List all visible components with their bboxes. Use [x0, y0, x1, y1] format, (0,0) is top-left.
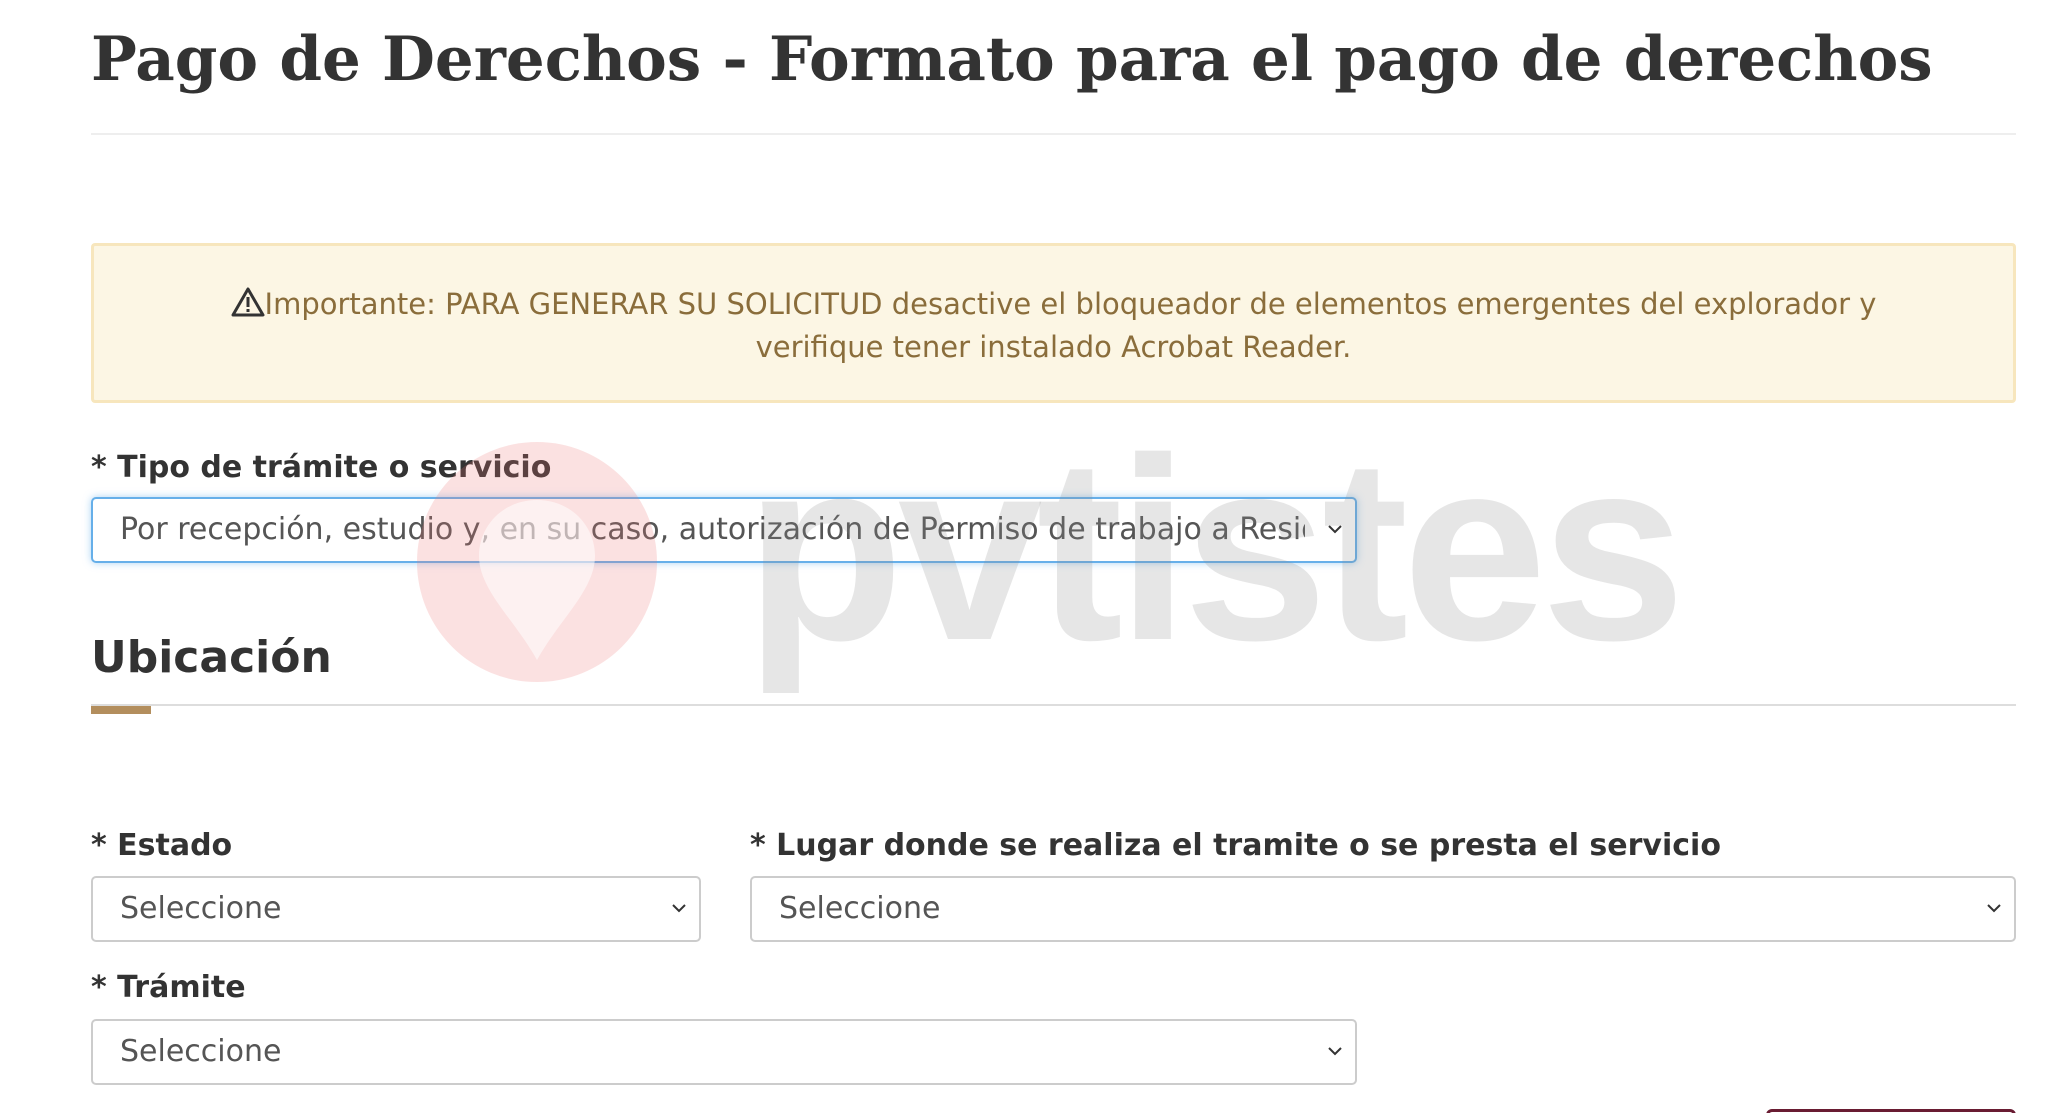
section-accent-bar — [91, 706, 151, 714]
alert-text: Importante: PARA GENERAR SU SOLICITUD de… — [264, 287, 1877, 364]
estado-label: * Estado — [91, 828, 233, 863]
chevron-down-icon — [1328, 1047, 1342, 1056]
chevron-down-icon — [1328, 525, 1342, 534]
title-divider — [91, 133, 2016, 135]
lugar-label: * Lugar donde se realiza el tramite o se… — [750, 828, 1721, 863]
lugar-value: Seleccione — [779, 891, 941, 926]
chevron-down-icon — [1987, 904, 2001, 913]
page-title: Pago de Derechos - Formato para el pago … — [91, 24, 1933, 95]
tipo-tramite-label: * Tipo de trámite o servicio — [91, 450, 552, 485]
tramite-select[interactable]: Seleccione — [91, 1019, 1357, 1085]
alert-box: Importante: PARA GENERAR SU SOLICITUD de… — [91, 243, 2016, 403]
tipo-tramite-select[interactable]: Por recepción, estudio y, en su caso, au… — [91, 497, 1357, 563]
tramite-label: * Trámite — [91, 970, 246, 1005]
chevron-down-icon — [672, 904, 686, 913]
tipo-tramite-value: Por recepción, estudio y, en su caso, au… — [120, 512, 1305, 547]
warning-icon — [231, 287, 265, 317]
tramite-value: Seleccione — [120, 1034, 282, 1069]
estado-value: Seleccione — [120, 891, 282, 926]
submit-button[interactable] — [1766, 1109, 2016, 1113]
section-divider — [91, 704, 2016, 706]
estado-select[interactable]: Seleccione — [91, 876, 701, 942]
lugar-select[interactable]: Seleccione — [750, 876, 2016, 942]
section-title-ubicacion: Ubicación — [91, 632, 332, 683]
